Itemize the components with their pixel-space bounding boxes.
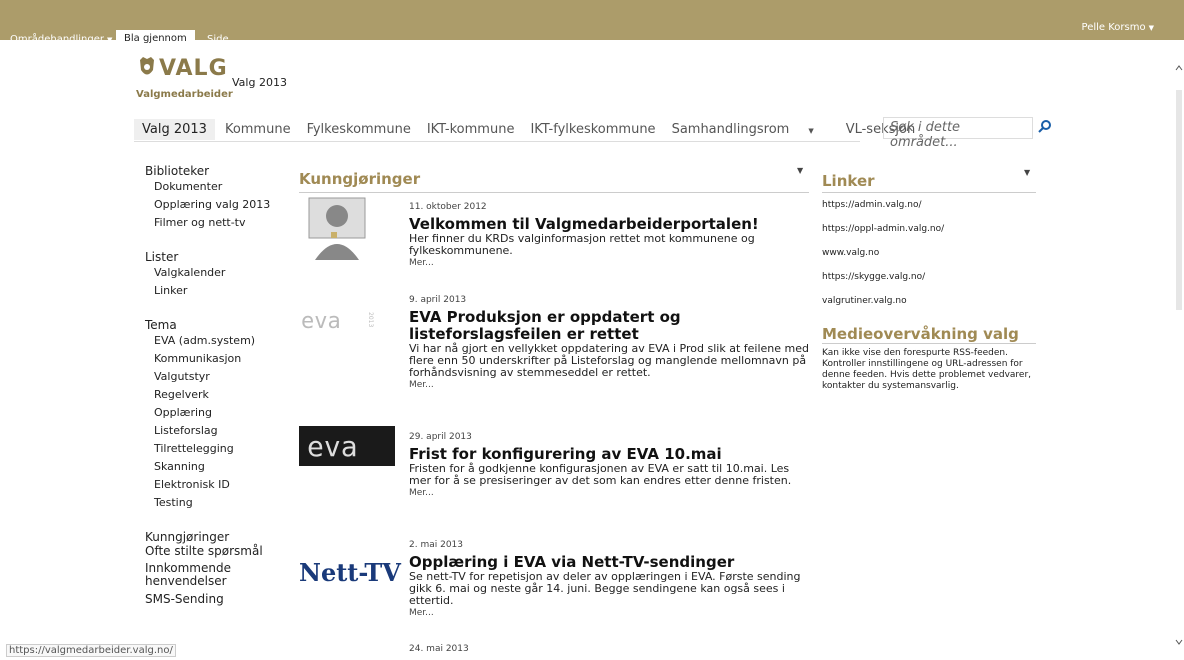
- nav-item[interactable]: Elektronisk ID: [154, 476, 285, 494]
- nav-item[interactable]: Listeforslag: [154, 422, 285, 440]
- chevron-down-icon: ▼: [808, 126, 814, 135]
- nav-kommune[interactable]: Kommune: [225, 122, 291, 137]
- link-item[interactable]: www.valg.no: [822, 241, 1036, 265]
- announcement-item: 29. april 2013 Frist for konfigurering a…: [409, 432, 809, 498]
- nav-header-biblioteker[interactable]: Biblioteker: [145, 164, 285, 178]
- more-link[interactable]: Mer...: [409, 380, 809, 390]
- nav-header-kunngjoringer[interactable]: Kunngjøringer: [145, 530, 285, 544]
- more-link[interactable]: Mer...: [409, 488, 809, 498]
- nav-ikt-fylkeskommune[interactable]: IKT-fylkeskommune: [530, 122, 655, 137]
- logo-subtitle: Valgmedarbeider: [136, 89, 233, 100]
- person-silhouette-icon: [308, 197, 366, 260]
- nav-item[interactable]: EVA (adm.system): [154, 332, 285, 350]
- announcement-item: 24. mai 2013: [409, 644, 809, 654]
- more-link[interactable]: Mer...: [409, 608, 809, 618]
- announcement-item: 11. oktober 2012 Velkommen til Valgmedar…: [409, 202, 809, 268]
- nav-item[interactable]: Valgutstyr: [154, 368, 285, 386]
- nav-item[interactable]: Kommunikasjon: [154, 350, 285, 368]
- announcement-title[interactable]: Opplæring i EVA via Nett-TV-sendinger: [409, 554, 809, 571]
- announcement-title[interactable]: Velkommen til Valgmedarbeiderportalen!: [409, 216, 809, 233]
- site-title: Valg 2013: [232, 76, 287, 89]
- link-item[interactable]: valgrutiner.valg.no: [822, 289, 1036, 313]
- nav-item[interactable]: Tilrettelegging: [154, 440, 285, 458]
- user-name: Pelle Korsmo: [1081, 22, 1146, 33]
- scrollbar[interactable]: [1174, 60, 1184, 660]
- nav-item[interactable]: Filmer og nett-tv: [154, 214, 285, 232]
- announcement-body: Se nett-TV for repetisjon av deler av op…: [409, 570, 801, 607]
- nav-item[interactable]: Opplæring valg 2013: [154, 196, 285, 214]
- media-title[interactable]: Medieovervåkning valg: [822, 325, 1036, 344]
- quick-launch: Biblioteker Dokumenter Opplæring valg 20…: [145, 164, 285, 606]
- announcement-date: 9. april 2013: [409, 295, 467, 305]
- person-thumbnail: [299, 194, 375, 262]
- nav-header-sms[interactable]: SMS-Sending: [145, 592, 285, 606]
- webpart-menu-icon[interactable]: ▼: [1024, 168, 1030, 177]
- more-link[interactable]: Mer...: [409, 258, 809, 268]
- link-item[interactable]: https://skygge.valg.no/: [822, 265, 1036, 289]
- announcements-title[interactable]: Kunngjøringer: [299, 170, 809, 193]
- announcement-item: 9. april 2013 EVA Produksjon er oppdater…: [409, 295, 809, 390]
- search-icon[interactable]: [1038, 119, 1052, 133]
- lion-crest-icon: [140, 57, 154, 75]
- announcement-date: 11. oktober 2012: [409, 202, 487, 212]
- logo-text: VALG: [159, 56, 228, 81]
- webpart-menu-icon[interactable]: ▼: [797, 166, 803, 175]
- announcement-body: Vi har nå gjort en vellykket oppdatering…: [409, 342, 809, 379]
- nav-item[interactable]: Regelverk: [154, 386, 285, 404]
- nav-item[interactable]: Valgkalender: [154, 264, 285, 282]
- eva-logo-icon: eva: [307, 430, 358, 463]
- announcement-date: 2. mai 2013: [409, 540, 463, 550]
- nav-header-lister[interactable]: Lister: [145, 250, 285, 264]
- rss-error-message: Kan ikke vise den forespurte RSS-feeden.…: [822, 348, 1032, 391]
- nav-item[interactable]: Testing: [154, 494, 285, 512]
- nav-item[interactable]: Dokumenter: [154, 178, 285, 196]
- svg-text:eva: eva: [307, 430, 358, 463]
- eva-logo-icon: eva 2013: [301, 309, 374, 334]
- announcement-item: 2. mai 2013 Opplæring i EVA via Nett-TV-…: [409, 540, 809, 618]
- status-url: https://valgmedarbeider.valg.no/: [6, 644, 176, 657]
- site-actions-label: Områdehandlinger: [10, 34, 105, 45]
- nav-samhandlingsrom-label: Samhandlingsrom: [671, 121, 790, 137]
- nav-item[interactable]: Linker: [154, 282, 285, 300]
- links-webpart: Linker ▼ https://admin.valg.no/ https://…: [822, 168, 1036, 392]
- eva-thumbnail: eva 2013: [299, 304, 375, 346]
- svg-text:eva: eva: [301, 309, 341, 334]
- chevron-down-icon: ▼: [107, 36, 113, 44]
- tab-page[interactable]: Side: [207, 33, 229, 47]
- announcement-title[interactable]: Frist for konfigurering av EVA 10.mai: [409, 446, 809, 463]
- tab-browse[interactable]: Bla gjennom: [116, 30, 195, 46]
- nav-item[interactable]: Skanning: [154, 458, 285, 476]
- user-menu[interactable]: Pelle Korsmo ▼: [1082, 22, 1154, 33]
- announcements-webpart: Kunngjøringer ▼ 11. oktober 2012 Velkomm…: [299, 166, 809, 654]
- search-input[interactable]: Søk i dette området...: [883, 117, 1033, 150]
- eva-dark-thumbnail: eva: [299, 426, 395, 466]
- eva-year-label: 2013: [367, 312, 374, 327]
- announcement-title[interactable]: EVA Produksjon er oppdatert og listefors…: [409, 309, 809, 343]
- nav-header-tema[interactable]: Tema: [145, 318, 285, 332]
- top-navigation: Valg 2013 Kommune Fylkeskommune IKT-komm…: [134, 117, 915, 142]
- nav-ikt-kommune[interactable]: IKT-kommune: [427, 122, 515, 137]
- nav-header-faq[interactable]: Ofte stilte spørsmål: [145, 544, 285, 558]
- link-item[interactable]: https://admin.valg.no/: [822, 193, 1036, 217]
- link-item[interactable]: https://oppl-admin.valg.no/: [822, 217, 1036, 241]
- chevron-down-icon: ▼: [1148, 24, 1154, 32]
- announcement-body: Her finner du KRDs valginformasjon rette…: [409, 232, 755, 257]
- links-title[interactable]: Linker: [822, 172, 1036, 193]
- nett-tv-thumbnail: Nett-TV: [299, 558, 401, 587]
- site-actions-menu[interactable]: Områdehandlinger ▼: [10, 34, 112, 45]
- nav-item[interactable]: Opplæring: [154, 404, 285, 422]
- nav-valg-2013[interactable]: Valg 2013: [134, 118, 215, 140]
- nav-samhandlingsrom[interactable]: Samhandlingsrom ▼: [672, 122, 830, 137]
- announcement-date: 29. april 2013: [409, 432, 472, 442]
- nav-header-henvendelser[interactable]: Innkommende henvendelser: [145, 562, 285, 588]
- nav-fylkeskommune[interactable]: Fylkeskommune: [307, 122, 411, 137]
- announcement-body: Fristen for å godkjenne konfigurasjonen …: [409, 462, 792, 487]
- announcement-date: 24. mai 2013: [409, 644, 469, 654]
